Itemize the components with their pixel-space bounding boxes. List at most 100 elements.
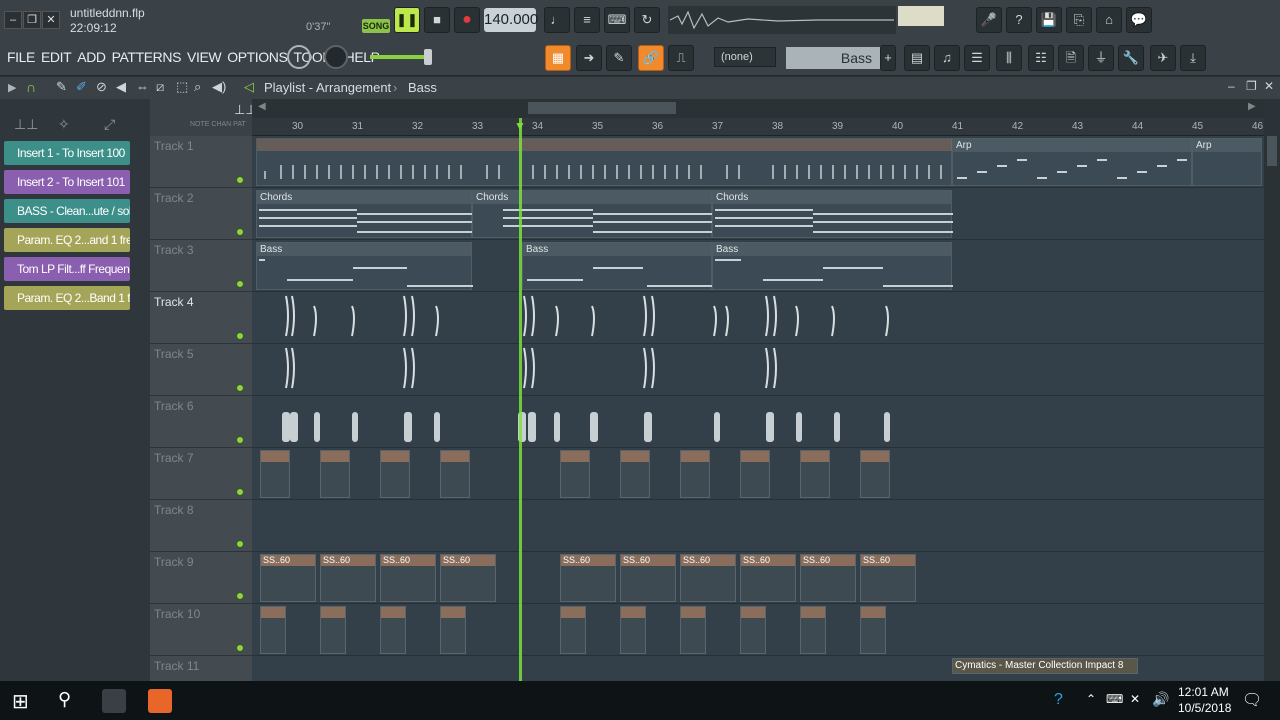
track-enable-led[interactable]	[236, 540, 244, 548]
audio-clip[interactable]	[380, 606, 406, 654]
track-header[interactable]: Track 10	[150, 604, 252, 656]
scroll-thumb[interactable]	[528, 102, 676, 114]
vscroll-thumb[interactable]	[1267, 136, 1277, 166]
countdown-icon[interactable]: ↻	[634, 7, 660, 33]
audio-clip[interactable]: SS..60	[620, 554, 676, 602]
channel-name-display[interactable]: Bass	[786, 47, 882, 69]
bass-clip[interactable]: Bass	[712, 242, 953, 290]
arp-clip[interactable]: Arp	[952, 138, 1192, 186]
track-header[interactable]: Track 7	[150, 448, 252, 500]
mute-tool-icon[interactable]: ◀	[116, 79, 126, 95]
automation-clip-4[interactable]: Param. EQ 2...and 1 freq	[4, 228, 130, 252]
audio-clip[interactable]	[800, 606, 826, 654]
horizontal-scrollbar[interactable]: ◀ ▶	[252, 99, 1264, 117]
audio-clip[interactable]	[380, 450, 410, 498]
project-icon[interactable]: 🗎	[1058, 45, 1084, 71]
expand-arrow-icon[interactable]: ▶	[8, 81, 16, 94]
piano-icon[interactable]: ⊥⊥	[14, 116, 38, 133]
audio-clip[interactable]	[680, 606, 706, 654]
magnet-icon[interactable]: ∩	[26, 79, 36, 95]
audio-clip[interactable]: Cymatics - Master Collection Impact 8	[952, 658, 1138, 674]
audio-clip[interactable]	[320, 606, 346, 654]
draw-tool-icon[interactable]: ✎	[606, 45, 632, 71]
mixer-icon[interactable]: ⫼	[996, 45, 1022, 71]
automation-clip-2[interactable]: Insert 2 - To Insert 101	[4, 170, 130, 194]
tempo-display[interactable]: 140.000	[484, 8, 538, 32]
chevron-up-icon[interactable]: ⌃	[1086, 692, 1096, 706]
track-header[interactable]: Track 2	[150, 188, 252, 240]
track-enable-led[interactable]	[236, 488, 244, 496]
audio-icon[interactable]: ✧	[58, 116, 70, 133]
close-button[interactable]: ✕	[42, 11, 60, 29]
slider-handle[interactable]	[424, 49, 432, 65]
microphone-icon[interactable]: 🎤	[976, 7, 1002, 33]
channel-rack-icon[interactable]: ☰	[964, 45, 990, 71]
track-enable-led[interactable]	[236, 644, 244, 652]
chords-clip[interactable]: Chords	[256, 190, 473, 238]
playlist-icon[interactable]: ▤	[904, 45, 930, 71]
track-header[interactable]: Track 3	[150, 240, 252, 292]
audio-clip[interactable]	[740, 450, 770, 498]
master-level-slider[interactable]	[370, 55, 430, 59]
pause-button[interactable]: ❚❚	[394, 7, 420, 33]
plugin-icon[interactable]: ⏚	[1088, 45, 1114, 71]
select-tool-icon[interactable]: ⬚	[176, 79, 188, 95]
chords-clip[interactable]: Chords	[472, 190, 713, 238]
help-icon[interactable]: ?	[1006, 7, 1032, 33]
restore-button[interactable]: ❐	[23, 11, 41, 29]
metronome-icon[interactable]: ♩	[544, 7, 570, 33]
save-copy-icon[interactable]: ⎘	[1066, 7, 1092, 33]
master-pitch-knob[interactable]	[287, 45, 311, 69]
audio-clip[interactable]	[860, 450, 890, 498]
audio-clip[interactable]: SS..60	[260, 554, 316, 602]
vertical-scrollbar[interactable]	[1264, 136, 1280, 681]
scroll-left-icon[interactable]: ◀	[258, 101, 266, 112]
playlist-toggle-icon[interactable]: ▦	[545, 45, 571, 71]
bass-clip[interactable]: Bass	[256, 242, 473, 290]
master-volume-knob[interactable]	[324, 45, 348, 69]
step-edit-icon[interactable]: ≡	[574, 7, 600, 33]
audio-clip[interactable]	[560, 450, 590, 498]
volume-icon[interactable]: 🔊	[1152, 691, 1169, 708]
track-enable-led[interactable]	[236, 592, 244, 600]
save-icon[interactable]: 💾	[1036, 7, 1062, 33]
language-icon[interactable]: ⌨	[1106, 692, 1123, 706]
link-icon[interactable]: 🔗	[638, 45, 664, 71]
pl-restore-button[interactable]: ❐	[1246, 79, 1257, 93]
clock-time[interactable]: 12:01 AM	[1178, 685, 1229, 699]
track-header[interactable]: Track 1	[150, 136, 252, 188]
menu-file[interactable]: FILE	[7, 49, 35, 65]
record-button[interactable]: ●	[454, 7, 480, 33]
pl-close-button[interactable]: ✕	[1264, 79, 1274, 93]
help-tray-icon[interactable]: ?	[1054, 691, 1063, 709]
menu-patterns[interactable]: PATTERNS	[112, 49, 182, 65]
audio-clip[interactable]	[440, 606, 466, 654]
audio-clip[interactable]: SS..60	[320, 554, 376, 602]
automation-clip-6[interactable]: Param. EQ 2...Band 1 freq	[4, 286, 130, 310]
stop-button[interactable]: ■	[424, 7, 450, 33]
automation-clip-1[interactable]: Insert 1 - To Insert 100	[4, 141, 130, 165]
notification-icon[interactable]: 🗨	[1242, 690, 1262, 710]
audio-clip[interactable]	[560, 606, 586, 654]
slip-tool-icon[interactable]: ⇔	[136, 79, 149, 94]
chords-clip[interactable]: Chords	[712, 190, 953, 238]
browser-toggle-icon[interactable]: ☷	[1028, 45, 1054, 71]
audio-clip[interactable]: SS..60	[380, 554, 436, 602]
audio-clip[interactable]	[800, 450, 830, 498]
piano-roll-icon[interactable]: ♫	[934, 45, 960, 71]
track-enable-led[interactable]	[236, 332, 244, 340]
audio-clip[interactable]: SS..60	[740, 554, 796, 602]
fl-studio-app-icon[interactable]	[102, 689, 126, 713]
playback-tool-icon[interactable]: ◀)	[212, 79, 226, 95]
playlist-grid[interactable]: Arp Arp Chords Chords Chords Bass Bass B…	[252, 136, 1264, 681]
audio-clip[interactable]	[740, 606, 766, 654]
pattern-select[interactable]: (none)	[714, 47, 776, 67]
track-header[interactable]: Track 9	[150, 552, 252, 604]
windows-start-icon[interactable]: ⊞	[12, 689, 29, 714]
bass-clip[interactable]: Bass	[522, 242, 713, 290]
zoom-tool-icon[interactable]: ⌕	[194, 79, 201, 95]
audio-clip[interactable]: SS..60	[560, 554, 616, 602]
recorder-app-icon[interactable]	[148, 689, 172, 713]
audio-clip[interactable]: SS..60	[680, 554, 736, 602]
wrench-icon[interactable]: 🔧	[1118, 45, 1144, 71]
